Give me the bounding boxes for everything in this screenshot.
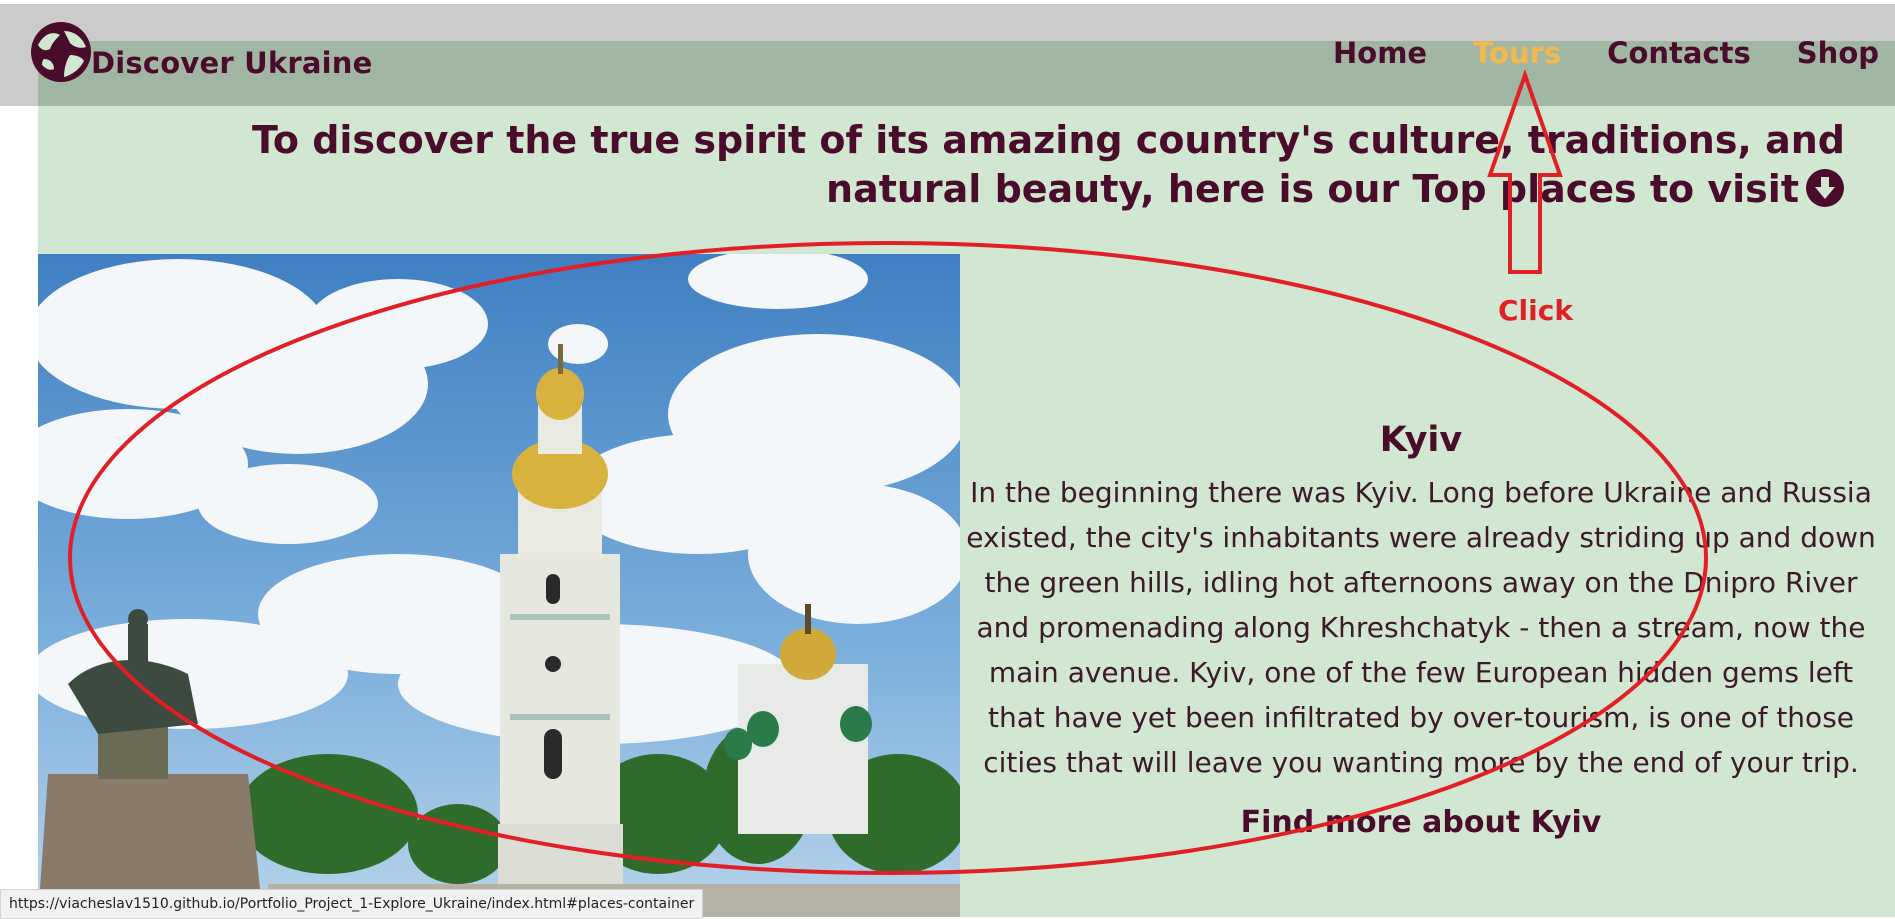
place-info: Kyiv In the beginning there was Kyiv. Lo… bbox=[960, 420, 1882, 840]
nav-home[interactable]: Home bbox=[1333, 36, 1427, 70]
kyiv-photo bbox=[38, 254, 960, 917]
place-title: Kyiv bbox=[1379, 420, 1463, 460]
browser-status-url: https://viacheslav1510.github.io/Portfol… bbox=[0, 889, 704, 919]
main-nav: Home Tours Contacts Shop bbox=[1333, 36, 1879, 70]
nav-contacts[interactable]: Contacts bbox=[1607, 36, 1751, 70]
nav-shop[interactable]: Shop bbox=[1797, 36, 1879, 70]
headline-text: To discover the true spirit of its amazi… bbox=[252, 118, 1845, 211]
annotation-click-label: Click bbox=[1498, 294, 1573, 327]
arrow-down-circle-icon[interactable] bbox=[1805, 168, 1845, 208]
find-more-link[interactable]: Find more about Kyiv bbox=[1241, 805, 1602, 840]
site-logo-text[interactable]: Discover Ukraine bbox=[91, 46, 373, 80]
page-headline: To discover the true spirit of its amazi… bbox=[105, 116, 1845, 214]
nav-tours[interactable]: Tours bbox=[1473, 36, 1561, 70]
place-description: In the beginning there was Kyiv. Long be… bbox=[966, 476, 1876, 779]
globe-icon[interactable] bbox=[30, 21, 92, 83]
